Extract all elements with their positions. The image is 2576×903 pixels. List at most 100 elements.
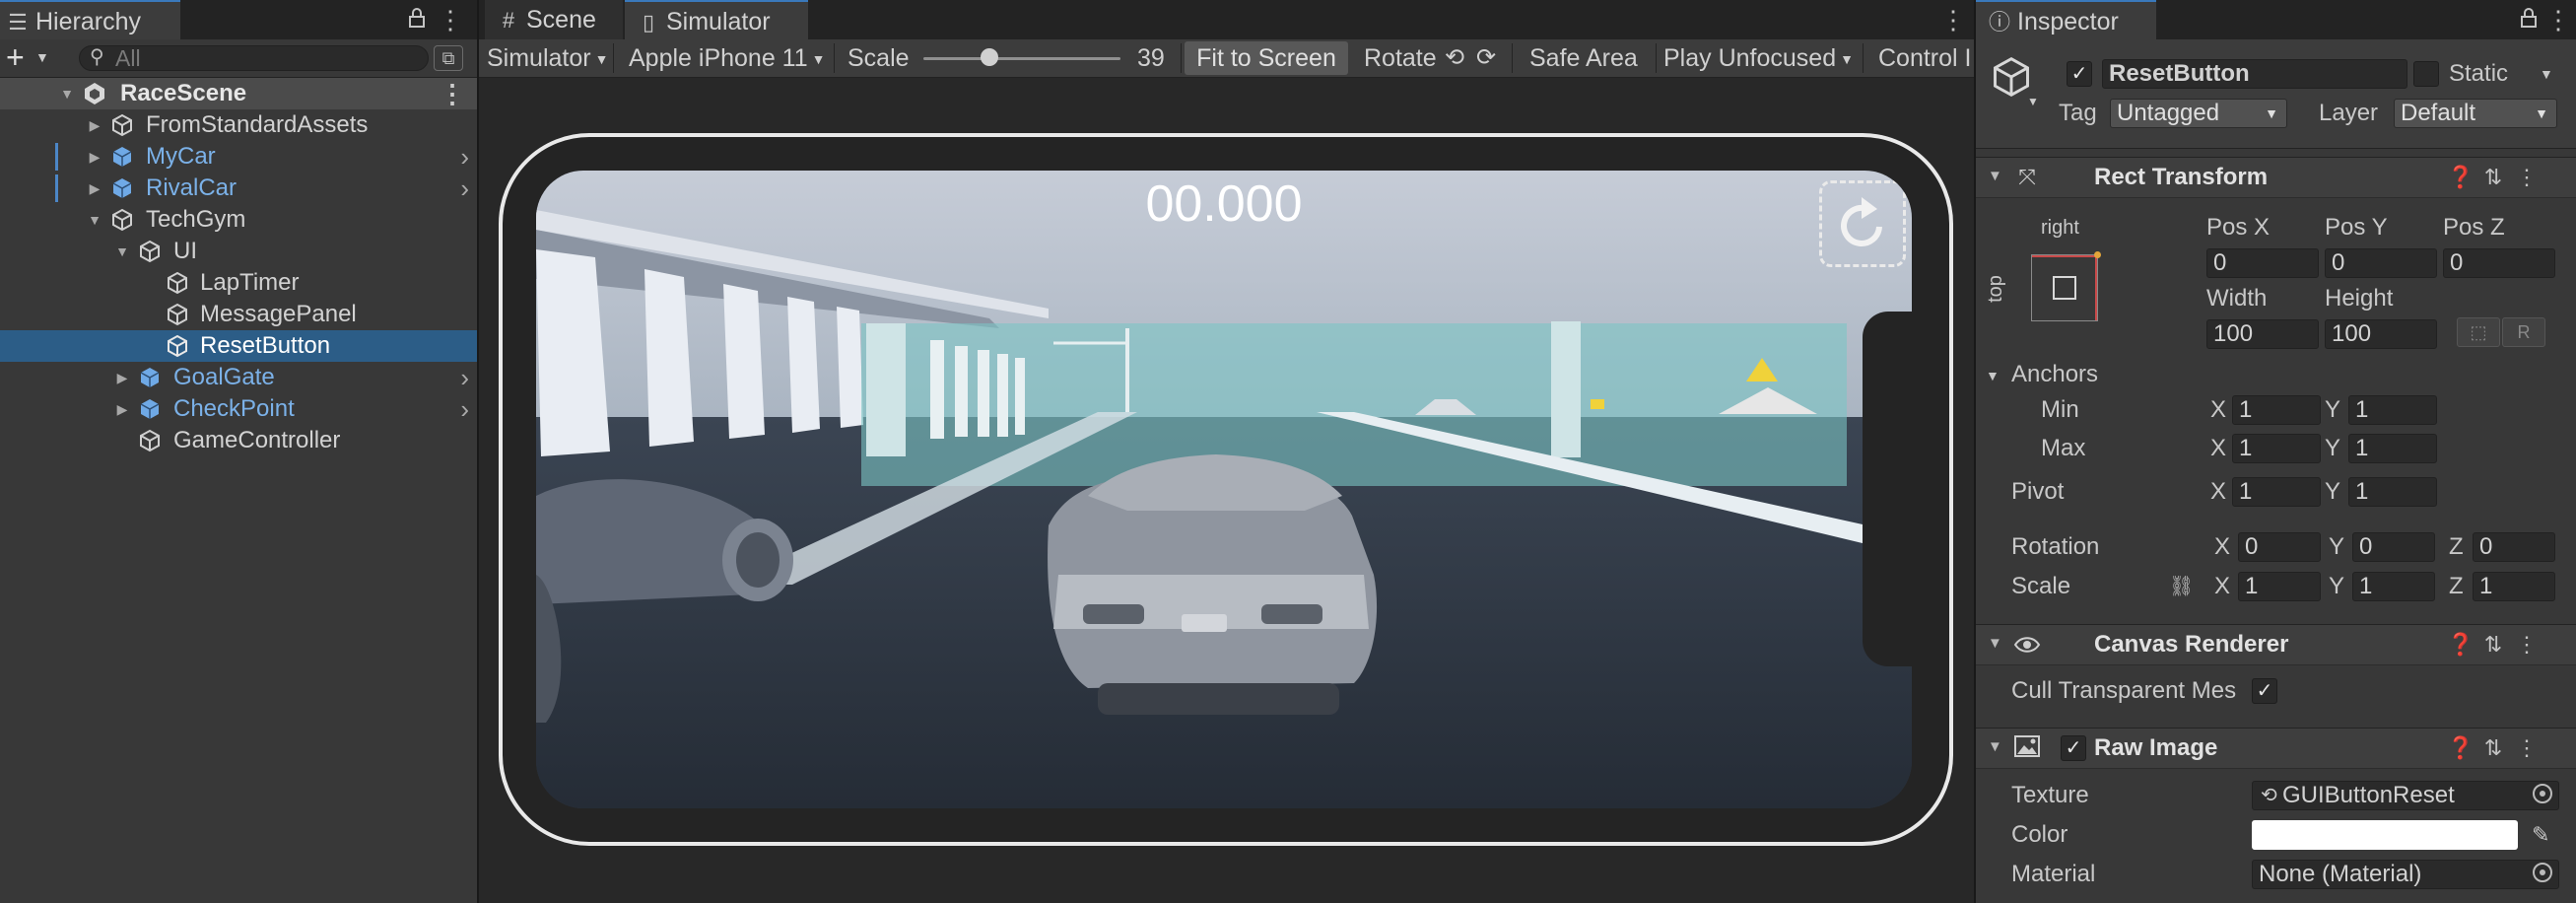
tree-row-fromstandardassets[interactable]: ▶ FromStandardAssets bbox=[0, 109, 477, 141]
pos-x-field[interactable]: 0 bbox=[2206, 248, 2319, 278]
texture-field[interactable]: ⟲ GUIButtonReset bbox=[2252, 781, 2559, 810]
search-input[interactable]: ⚲ All bbox=[79, 45, 429, 71]
fold-arrow-icon[interactable]: ▼ bbox=[85, 204, 104, 236]
tab-scene[interactable]: # Scene bbox=[485, 0, 623, 39]
cull-transparent-mesh-checkbox[interactable]: ✓ bbox=[2252, 678, 2277, 704]
pivot-x-field[interactable]: 1 bbox=[2232, 477, 2321, 507]
presets-icon[interactable]: ⇅ bbox=[2480, 625, 2506, 664]
tree-row-scene[interactable]: ▼ RaceScene ⋮ bbox=[0, 78, 477, 109]
fold-arrow-icon[interactable]: ▶ bbox=[85, 141, 104, 173]
chevron-right-icon[interactable]: › bbox=[460, 393, 469, 425]
pivot-y-field[interactable]: 1 bbox=[2348, 477, 2437, 507]
pos-y-field[interactable]: 0 bbox=[2325, 248, 2437, 278]
anchor-max-x-field[interactable]: 1 bbox=[2232, 434, 2321, 463]
rotation-z-field[interactable]: 0 bbox=[2473, 532, 2555, 562]
control-dropdown[interactable]: Control I bbox=[1878, 39, 1971, 77]
help-icon[interactable]: ❓ bbox=[2447, 158, 2474, 197]
reset-button[interactable] bbox=[1819, 180, 1906, 267]
fold-arrow-icon[interactable]: ▶ bbox=[85, 173, 104, 204]
fold-arrow-icon[interactable]: ▼ bbox=[1986, 361, 2000, 390]
scale-slider[interactable] bbox=[923, 57, 1120, 60]
more-options-icon[interactable]: ⋮ bbox=[440, 78, 465, 109]
height-field[interactable]: 100 bbox=[2325, 319, 2437, 349]
scale-z-field[interactable]: 1 bbox=[2473, 572, 2555, 601]
tree-row-resetbutton[interactable]: ResetButton bbox=[0, 330, 477, 362]
lock-icon[interactable] bbox=[402, 0, 432, 39]
device-dropdown[interactable]: Apple iPhone 11 ▼ bbox=[629, 39, 826, 77]
rotation-x-field[interactable]: 0 bbox=[2238, 532, 2321, 562]
scale-y-field[interactable]: 1 bbox=[2352, 572, 2435, 601]
play-unfocused-dropdown[interactable]: Play Unfocused ▼ bbox=[1663, 39, 1854, 77]
width-field[interactable]: 100 bbox=[2206, 319, 2319, 349]
active-checkbox[interactable]: ✓ bbox=[2067, 61, 2092, 87]
more-options-icon[interactable]: ⋮ bbox=[436, 0, 465, 39]
anchor-min-y-field[interactable]: 1 bbox=[2348, 395, 2437, 425]
tab-simulator[interactable]: ▯ Simulator bbox=[625, 0, 808, 39]
chevron-down-icon[interactable]: ▼ bbox=[2540, 59, 2553, 89]
fold-arrow-icon[interactable]: ▶ bbox=[112, 362, 132, 393]
more-options-icon[interactable]: ⋮ bbox=[1938, 0, 1968, 39]
rotate-left-icon[interactable]: ⟲ bbox=[1445, 39, 1464, 77]
fit-to-screen-button[interactable]: Fit to Screen bbox=[1185, 41, 1348, 75]
raw-image-enabled-checkbox[interactable]: ✓ bbox=[2061, 735, 2086, 761]
tab-inspector[interactable]: ⓘ Inspector bbox=[1976, 0, 2156, 39]
tree-row-laptimer[interactable]: LapTimer bbox=[0, 267, 477, 299]
chevron-down-icon[interactable]: ▼ bbox=[2027, 95, 2039, 108]
tree-row-gamecontroller[interactable]: GameController bbox=[0, 425, 477, 456]
layer-dropdown[interactable]: Default ▼ bbox=[2394, 99, 2557, 128]
fold-arrow-icon[interactable]: ▼ bbox=[1988, 168, 2002, 184]
rect-transform-header[interactable]: ▼ ⤧ Rect Transform ❓ ⇅ ⋮ bbox=[1976, 157, 2576, 198]
anchor-presets-button[interactable] bbox=[2031, 251, 2101, 321]
safe-area-toggle[interactable]: Safe Area bbox=[1529, 39, 1638, 77]
pos-z-field[interactable]: 0 bbox=[2443, 248, 2555, 278]
static-checkbox[interactable] bbox=[2413, 61, 2439, 87]
help-icon[interactable]: ❓ bbox=[2447, 625, 2474, 664]
blueprint-mode-button[interactable]: ⬚ bbox=[2457, 317, 2500, 347]
raw-edit-button[interactable]: R bbox=[2502, 317, 2545, 347]
fold-arrow-icon[interactable]: ▶ bbox=[112, 393, 132, 425]
tree-row-rivalcar[interactable]: ▶ RivalCar › bbox=[0, 173, 477, 204]
chevron-down-icon[interactable]: ▼ bbox=[35, 49, 49, 65]
fold-arrow-icon[interactable]: ▼ bbox=[57, 78, 77, 109]
object-picker-icon[interactable] bbox=[2533, 863, 2552, 882]
fold-arrow-icon[interactable]: ▼ bbox=[112, 236, 132, 267]
scene-visibility-icon[interactable]: ⧉ bbox=[434, 45, 463, 71]
scale-x-field[interactable]: 1 bbox=[2238, 572, 2321, 601]
chevron-right-icon[interactable]: › bbox=[460, 141, 469, 173]
rotate-right-icon[interactable]: ⟳ bbox=[1476, 39, 1496, 77]
anchor-max-y-field[interactable]: 1 bbox=[2348, 434, 2437, 463]
material-field[interactable]: None (Material) bbox=[2252, 860, 2559, 889]
fold-arrow-icon[interactable]: ▶ bbox=[85, 109, 104, 141]
presets-icon[interactable]: ⇅ bbox=[2480, 729, 2506, 768]
more-options-icon[interactable]: ⋮ bbox=[2543, 0, 2573, 39]
chevron-right-icon[interactable]: › bbox=[460, 173, 469, 204]
tree-row-checkpoint[interactable]: ▶ CheckPoint › bbox=[0, 393, 477, 425]
rotation-y-field[interactable]: 0 bbox=[2352, 532, 2435, 562]
tree-row-mycar[interactable]: ▶ MyCar › bbox=[0, 141, 477, 173]
tree-row-messagepanel[interactable]: MessagePanel bbox=[0, 299, 477, 330]
color-field[interactable] bbox=[2252, 820, 2518, 850]
object-name-field[interactable]: ResetButton bbox=[2102, 59, 2407, 89]
tag-dropdown[interactable]: Untagged ▼ bbox=[2110, 99, 2287, 128]
canvas-renderer-header[interactable]: ▼ Canvas Renderer ❓ ⇅ ⋮ bbox=[1976, 624, 2576, 665]
panel-divider[interactable] bbox=[477, 0, 479, 903]
raw-image-header[interactable]: ▼ ✓ Raw Image ❓ ⇅ ⋮ bbox=[1976, 728, 2576, 769]
eyedropper-icon[interactable]: ✎ bbox=[2532, 820, 2549, 850]
unlink-icon[interactable]: ⛓ bbox=[2169, 572, 2194, 601]
tab-hierarchy[interactable]: ☰ Hierarchy bbox=[0, 0, 180, 39]
more-options-icon[interactable]: ⋮ bbox=[2514, 158, 2540, 197]
game-view[interactable]: 00.000 bbox=[536, 171, 1912, 808]
tree-row-ui[interactable]: ▼ UI bbox=[0, 236, 477, 267]
help-icon[interactable]: ❓ bbox=[2447, 729, 2474, 768]
object-picker-icon[interactable] bbox=[2533, 784, 2552, 803]
chevron-right-icon[interactable]: › bbox=[460, 362, 469, 393]
presets-icon[interactable]: ⇅ bbox=[2480, 158, 2506, 197]
fold-arrow-icon[interactable]: ▼ bbox=[1988, 738, 2002, 755]
tree-row-goalgate[interactable]: ▶ GoalGate › bbox=[0, 362, 477, 393]
more-options-icon[interactable]: ⋮ bbox=[2514, 625, 2540, 664]
anchor-min-x-field[interactable]: 1 bbox=[2232, 395, 2321, 425]
more-options-icon[interactable]: ⋮ bbox=[2514, 729, 2540, 768]
lock-icon[interactable] bbox=[2514, 0, 2543, 39]
tree-row-techgym[interactable]: ▼ TechGym bbox=[0, 204, 477, 236]
fold-arrow-icon[interactable]: ▼ bbox=[1988, 635, 2002, 652]
